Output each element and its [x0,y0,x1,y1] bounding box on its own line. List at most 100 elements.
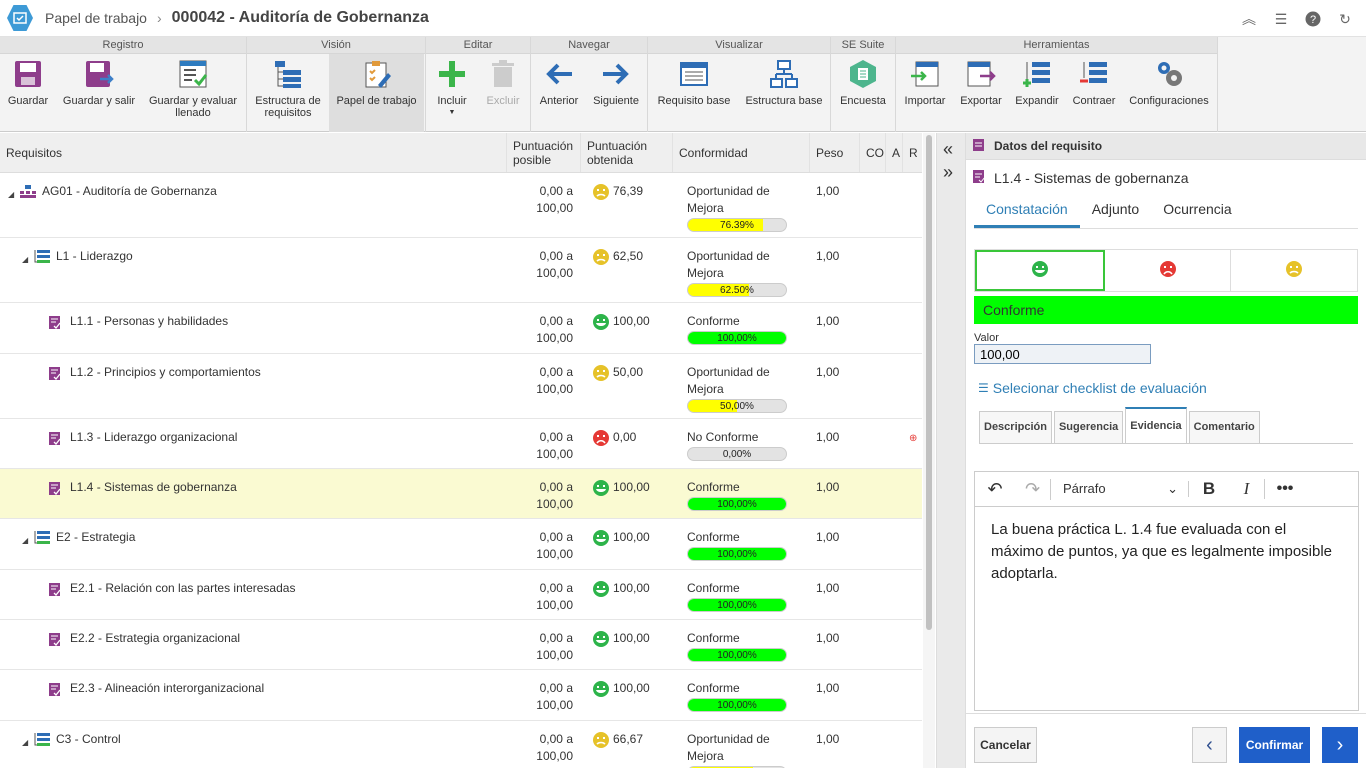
select-checklist-link[interactable]: ☰ Selecionar checklist de evaluación [978,380,1354,396]
tab-ocurrencia[interactable]: Ocurrencia [1151,193,1243,228]
settings-label: Configuraciones [1129,95,1209,107]
export-button[interactable]: Exportar [954,54,1008,132]
table-row[interactable]: L1.3 - Liderazgo organizacional 0,00 a 100… [0,419,922,469]
co-cell [860,620,886,669]
settings-button[interactable]: Configuraciones [1122,54,1216,132]
conformity-text: Conforme [687,681,740,695]
table-row[interactable]: L1.2 - Principios y comportamientos 0,00 … [0,354,922,419]
exclude-button[interactable]: Excluir [478,54,528,132]
previous-label: Anterior [539,95,579,107]
expand-triangle-icon[interactable]: ◢ [22,532,34,549]
workpaper-button[interactable]: Papel de trabajo [329,54,424,132]
obtained-score: 66,67 [613,732,644,746]
next-button[interactable]: Siguiente [587,54,645,132]
expand-triangle-icon[interactable]: ◢ [22,734,34,751]
table-row[interactable]: E2.3 - Alineación interorganizacional 0,0… [0,670,922,721]
conformity-progress-bar: 62.50% [687,283,787,297]
requirement-cell: E2.3 - Alineación interorganizacional [0,670,507,720]
requirement-name: E2.1 - Relación con las partes interesad… [70,581,296,595]
conformity-progress-bar: 100,00% [687,698,787,712]
table-row[interactable]: E2.1 - Relación con las partes interesad… [0,570,922,620]
collapse-up-icon[interactable]: ︽ [1240,10,1258,28]
survey-button[interactable]: Encuesta [831,54,895,132]
panel-footer: Cancelar ‹ Confirmar › [966,713,1366,768]
cancel-button[interactable]: Cancelar [974,727,1037,763]
happy-face-icon [593,581,609,597]
save-exit-button[interactable]: Guardar y salir [56,54,142,132]
collapse-button[interactable]: Contraer [1066,54,1122,132]
possible-score-cell: 0,00 a 100,00 [507,670,581,720]
table-row[interactable]: E2.2 - Estrategia organizacional 0,00 a 10… [0,620,922,670]
tab-evidencia[interactable]: Evidencia [1125,407,1187,443]
next-record-button[interactable]: › [1322,727,1358,763]
occurrence-marker-icon[interactable]: ⊕ [909,433,917,444]
possible-score-cell: 0,00 a 100,00 [507,570,581,619]
evidence-text[interactable]: La buena práctica L. 1.4 fue evaluada co… [975,507,1358,597]
format-select[interactable]: Párrafo ⌄ [1051,481,1189,497]
obtained-score-cell: 100,00 [581,620,673,669]
status-bar: Conforme [974,296,1358,324]
tab-sugerencia[interactable]: Sugerencia [1053,411,1124,443]
col-conformidad[interactable]: Conformidad [673,133,810,172]
improvement-option[interactable] [1231,250,1357,291]
col-a[interactable]: A [886,133,903,172]
conformity-percent: 50,00% [720,401,754,412]
previous-record-button[interactable]: ‹ [1192,727,1227,763]
tab-descripcion[interactable]: Descripción [979,411,1052,443]
undo-icon[interactable]: ↶ [975,479,1015,500]
table-row[interactable]: ◢ AG01 - Auditoría de Gobernanza 0,00 a 100… [0,173,922,238]
possible-score-to: 100,00 [536,382,573,396]
tab-adjunto[interactable]: Adjunto [1080,193,1151,228]
save-evaluate-button[interactable]: Guardar y evaluar llenado [142,54,244,132]
possible-score-cell: 0,00 a 100,00 [507,519,581,569]
save-button[interactable]: Guardar [0,54,56,132]
tab-constatacion[interactable]: Constatación [974,193,1080,228]
scrollbar-thumb[interactable] [926,135,932,630]
help-icon[interactable]: ? [1304,10,1322,28]
previous-button[interactable]: Anterior [531,54,587,132]
col-requisitos[interactable]: Requisitos [0,133,507,172]
collapse-panel-icon[interactable]: « [943,139,953,160]
bold-icon[interactable]: B [1189,479,1229,499]
valor-input[interactable] [974,344,1151,364]
requirement-cell: E2.1 - Relación con las partes interesad… [0,570,507,619]
requirements-structure-button[interactable]: Estructura de requisitos [247,54,329,132]
nonconforming-option[interactable] [1105,250,1232,291]
col-puntuacion-posible[interactable]: Puntuación posible [507,133,581,172]
refresh-icon[interactable]: ↻ [1336,10,1354,28]
import-button[interactable]: Importar [896,54,954,132]
panel-title: Datos del requisito [994,139,1103,153]
col-r[interactable]: R [903,133,922,172]
conformity-text: Oportunidad de [687,184,770,198]
col-puntuacion-obtenida[interactable]: Puntuación obtenida [581,133,673,172]
expand-button[interactable]: Expandir [1008,54,1066,132]
conformity-percent: 100,00% [717,499,757,510]
breadcrumb[interactable]: Papel de trabajo [45,10,147,26]
table-scrollbar[interactable] [923,133,935,768]
italic-icon[interactable]: I [1229,479,1265,499]
conforming-option[interactable] [975,250,1105,291]
table-row[interactable]: L1.4 - Sistemas de gobernanza 0,00 a 100,0… [0,469,922,519]
base-structure-button[interactable]: Estructura base [740,54,828,132]
col-peso[interactable]: Peso [810,133,860,172]
list-icon[interactable]: ☰ [1272,10,1290,28]
more-options-icon[interactable]: ••• [1265,480,1305,498]
obtained-score-cell: 100,00 [581,670,673,720]
expand-panel-icon[interactable]: » [943,162,953,183]
table-row[interactable]: L1.1 - Personas y habilidades 0,00 a 100,0… [0,303,922,354]
base-requirement-button[interactable]: Requisito base [648,54,740,132]
tab-comentario[interactable]: Comentario [1188,411,1260,443]
panel-toggle-strip: « » [936,133,965,768]
col-co[interactable]: CO [860,133,886,172]
table-body: ◢ AG01 - Auditoría de Gobernanza 0,00 a 100… [0,173,922,768]
requirement-icon [48,481,64,495]
include-button[interactable]: Incluir ▼ [426,54,478,132]
table-row[interactable]: ◢ L1 - Liderazgo 0,00 a 100,00 62,50 Oportuni… [0,238,922,303]
table-row[interactable]: ◢ C3 - Control 0,00 a 100,00 66,67 Oportunida… [0,721,922,768]
table-row[interactable]: ◢ E2 - Estrategia 0,00 a 100,00 100,00 Confor… [0,519,922,570]
expand-triangle-icon[interactable]: ◢ [8,186,20,203]
confirm-button[interactable]: Confirmar [1239,727,1310,763]
co-cell [860,419,886,468]
redo-icon[interactable]: ↷ [1015,478,1051,500]
expand-triangle-icon[interactable]: ◢ [22,251,34,268]
